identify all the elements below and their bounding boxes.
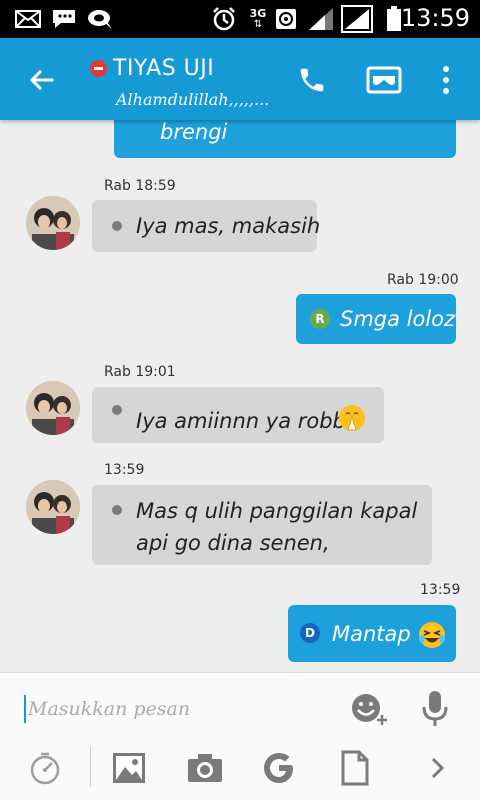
read-status-badge: R [310, 309, 330, 329]
alarm-icon [210, 6, 238, 32]
microphone-icon[interactable] [414, 687, 456, 729]
incoming-message[interactable]: Iya amiinnn ya robb [92, 387, 384, 443]
busy-status-icon [90, 60, 107, 77]
conversation-header: TIYAS UJI Alhamdulillah,,,,,... [0, 38, 480, 120]
timer-icon[interactable] [24, 747, 66, 789]
avatar[interactable] [26, 381, 80, 435]
image-icon[interactable] [108, 747, 150, 789]
toolbar-divider [90, 747, 91, 787]
composer [0, 672, 480, 800]
message-text: brengi [160, 120, 228, 144]
message-text: Smga loloz [340, 307, 456, 331]
chevron-right-icon[interactable] [416, 747, 458, 789]
incoming-message[interactable]: Mas q ulih panggilan kapal api go dina s… [92, 485, 432, 565]
message-timestamp: Rab 19:00 [387, 272, 459, 288]
message-text: Iya mas, makasih [136, 214, 321, 238]
emoji-add-icon[interactable] [348, 687, 390, 729]
data-icon [274, 6, 298, 32]
clock: 13:59 [400, 4, 470, 32]
contact-name: TIYAS UJI [113, 56, 215, 81]
message-timestamp: Rab 19:01 [104, 364, 176, 380]
message-list[interactable]: brengi Rab 18:59 Iya mas, makasih Rab 19… [0, 120, 480, 672]
mail-icon [14, 6, 42, 32]
google-icon[interactable] [258, 747, 300, 789]
delivered-status-badge: D [300, 623, 320, 643]
document-icon[interactable] [334, 747, 376, 789]
incoming-message[interactable]: Iya mas, makasih [92, 200, 321, 252]
outgoing-message[interactable]: D Mantap [288, 605, 456, 662]
network-3g-icon: 3G ⇅ [249, 7, 267, 30]
phone-icon[interactable] [294, 62, 330, 98]
message-text: Iya amiinnn ya robb [136, 409, 346, 433]
message-timestamp: 13:59 [420, 582, 461, 598]
mask-icon[interactable] [364, 62, 404, 98]
unread-dot [112, 405, 122, 415]
back-arrow-icon[interactable] [22, 60, 62, 100]
chat-bubble-icon [86, 6, 114, 32]
laughing-face-icon [418, 621, 446, 649]
contact-title[interactable]: TIYAS UJI [90, 56, 214, 81]
message-text-line2: api go dina senen, [136, 531, 330, 555]
signal-icon [306, 6, 336, 32]
outgoing-message[interactable]: R Smga loloz [296, 294, 456, 344]
status-bar: 3G ⇅ 13:59 [0, 0, 480, 38]
unread-dot [112, 221, 122, 231]
outgoing-message[interactable]: brengi [114, 120, 456, 158]
unread-dot [112, 505, 122, 515]
contact-status-message: Alhamdulillah,,,,,... [116, 90, 270, 109]
overflow-menu-icon[interactable] [428, 62, 464, 98]
message-timestamp: 13:59 [104, 462, 145, 478]
avatar[interactable] [26, 196, 80, 250]
praying-face-icon [338, 404, 366, 432]
signal-icon [340, 5, 374, 33]
camera-icon[interactable] [184, 747, 226, 789]
message-text: Mantap [332, 622, 411, 646]
message-input[interactable] [28, 693, 328, 725]
avatar[interactable] [26, 480, 80, 534]
message-text: Mas q ulih panggilan kapal [136, 499, 418, 523]
bbm-icon [50, 6, 78, 32]
message-timestamp: Rab 18:59 [104, 178, 176, 194]
text-cursor [24, 695, 26, 723]
